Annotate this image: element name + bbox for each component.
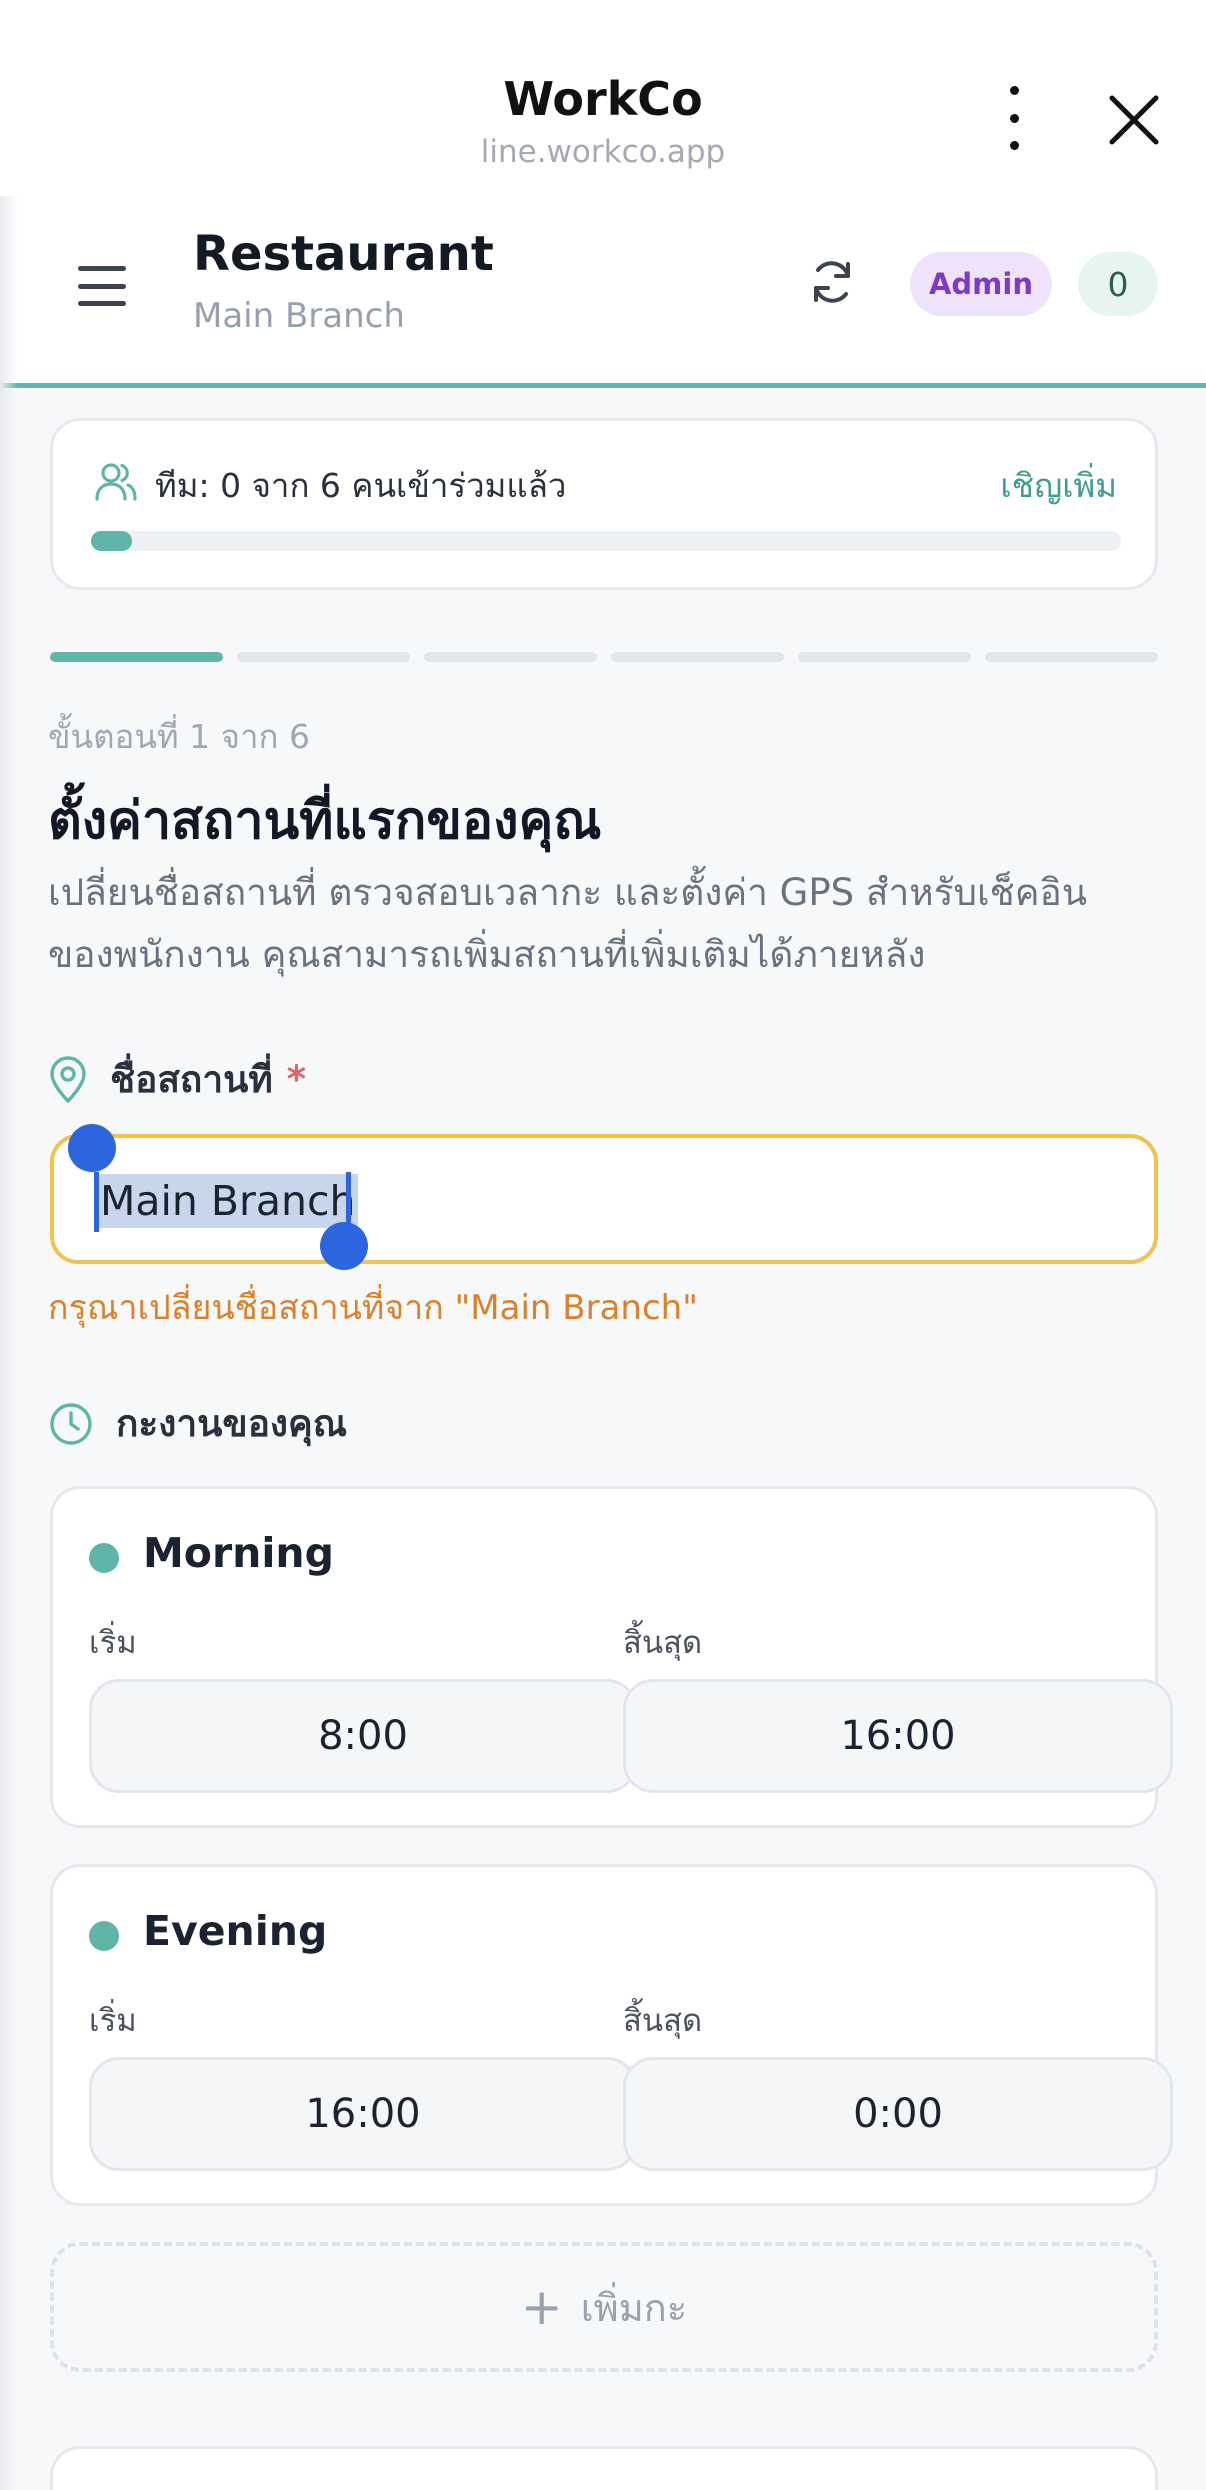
description-line: เปลี่ยนชื่อสถานที่ ตรวจสอบเวลากะ และตั้ง…: [48, 871, 1088, 914]
shift-end-time[interactable]: 0:00: [623, 2057, 1173, 2171]
shift-start-label: เริ่ม: [89, 2003, 137, 2039]
shift-start-time[interactable]: 16:00: [89, 2057, 637, 2171]
location-name-label-text: ชื่อสถานที่: [110, 1058, 273, 1101]
shift-card: Evening เริ่ม สิ้นสุด 16:00 0:00: [50, 1864, 1173, 2206]
step-segment: [985, 652, 1158, 662]
step-segment: [424, 652, 597, 662]
count-badge[interactable]: 0: [1078, 252, 1158, 316]
location-name-label: ชื่อสถานที่ *: [48, 1050, 306, 1109]
selection-end-handle[interactable]: [320, 1222, 368, 1270]
team-status-text: ทีม: 0 จาก 6 คนเข้าร่วมแล้ว: [155, 466, 567, 505]
step-progress: [50, 652, 1158, 662]
page-title: ตั้งค่าสถานที่แรกของคุณ: [48, 791, 602, 851]
shift-color-dot: [89, 1921, 119, 1951]
store-name: Restaurant: [193, 226, 494, 282]
selection-start-caret: [94, 1172, 99, 1232]
step-label: ขั้นตอนที่ 1 จาก 6: [48, 717, 310, 756]
app-header: Restaurant Main Branch Admin 0: [0, 196, 1206, 388]
team-progress-card: ทีม: 0 จาก 6 คนเข้าร่วมแล้ว เชิญเพิ่ม: [50, 418, 1158, 590]
map-pin-icon: [50, 1055, 86, 1103]
shift-end-label: สิ้นสุด: [623, 2003, 703, 2039]
menu-icon[interactable]: [78, 266, 126, 306]
page-description: เปลี่ยนชื่อสถานที่ ตรวจสอบเวลากะ และตั้ง…: [48, 862, 1168, 986]
add-shift-button[interactable]: + เพิ่มกะ: [50, 2242, 1158, 2372]
drawer-edge-shadow: [0, 196, 18, 2490]
next-section-card: [50, 2446, 1158, 2490]
step-segment: [611, 652, 784, 662]
shifts-label: กะงานของคุณ: [48, 1394, 347, 1453]
browser-top-bar: WorkCo line.workco.app: [0, 0, 1206, 196]
refresh-icon[interactable]: [806, 256, 858, 308]
required-mark: *: [286, 1058, 307, 1101]
shift-card: Morning เริ่ม สิ้นสุด 8:00 16:00: [50, 1486, 1173, 1828]
team-progress-fill: [91, 531, 133, 551]
shift-start-time[interactable]: 8:00: [89, 1679, 637, 1793]
add-shift-label: เพิ่มกะ: [580, 2285, 688, 2330]
step-segment: [237, 652, 410, 662]
shift-start-label: เริ่ม: [89, 1625, 137, 1661]
description-line: ของพนักงาน คุณสามารถเพิ่มสถานที่เพิ่มเติ…: [48, 933, 926, 976]
step-segment: [50, 652, 223, 662]
location-name-warning: กรุณาเปลี่ยนชื่อสถานที่จาก "Main Branch": [48, 1288, 698, 1328]
shift-color-dot: [89, 1543, 119, 1573]
location-name-input[interactable]: Main Branch: [50, 1134, 1158, 1264]
step-segment: [798, 652, 971, 662]
location-name-value[interactable]: Main Branch: [98, 1174, 358, 1228]
close-icon[interactable]: [1104, 90, 1164, 150]
users-icon: [95, 463, 137, 501]
plus-icon: +: [520, 2278, 563, 2336]
more-vertical-icon[interactable]: [990, 86, 1038, 150]
invite-more-link[interactable]: เชิญเพิ่ม: [1000, 459, 1117, 512]
shifts-label-text: กะงานของคุณ: [116, 1402, 348, 1445]
team-progress-bar: [91, 531, 1121, 551]
role-badge: Admin: [910, 252, 1052, 316]
shift-name[interactable]: Morning: [143, 1529, 334, 1577]
clock-icon: [50, 1402, 92, 1445]
shift-name[interactable]: Evening: [143, 1907, 327, 1955]
selection-start-handle[interactable]: [68, 1124, 116, 1172]
shift-end-time[interactable]: 16:00: [623, 1679, 1173, 1793]
branch-name: Main Branch: [193, 296, 405, 336]
shift-end-label: สิ้นสุด: [623, 1625, 703, 1661]
